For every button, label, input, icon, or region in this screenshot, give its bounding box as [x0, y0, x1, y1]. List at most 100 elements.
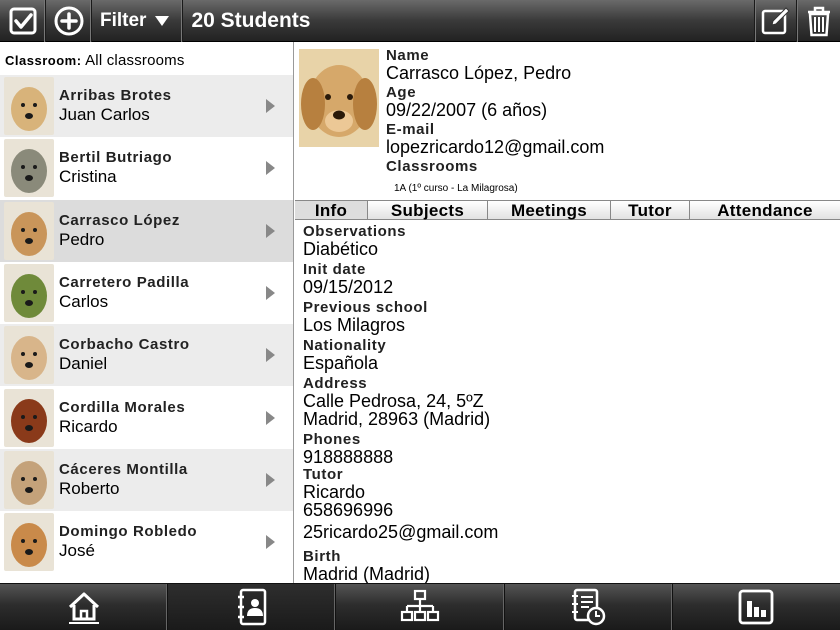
- student-surname: Corbacho Castro: [59, 336, 190, 354]
- student-name: Carrasco López, Pedro: [386, 63, 572, 83]
- filter-button[interactable]: Filter: [92, 0, 184, 42]
- filter-label: Filter: [100, 9, 147, 31]
- email-label: E-mail: [386, 121, 435, 138]
- select-button[interactable]: [0, 0, 46, 42]
- contacts-book-icon: [237, 588, 267, 626]
- birth-label: Birth: [303, 548, 341, 565]
- disclosure-arrow-icon: [266, 286, 275, 301]
- add-circle-icon: [54, 6, 83, 35]
- student-row[interactable]: Cordilla Morales Ricardo: [0, 386, 293, 448]
- age-label: Age: [386, 84, 417, 101]
- student-list: Arribas Brotes Juan Carlos Bertil Butriago…: [0, 75, 293, 573]
- disclosure-arrow-icon: [266, 223, 275, 238]
- student-surname: Carretero Padilla: [59, 274, 190, 292]
- disclosure-arrow-icon: [266, 99, 275, 114]
- home-icon: [68, 592, 99, 624]
- students-tab[interactable]: [168, 584, 337, 630]
- tutor-email[interactable]: 25ricardo25@gmail.com: [303, 523, 833, 541]
- student-names: Cordilla Morales Ricardo: [59, 399, 293, 437]
- tab-meetings[interactable]: Meetings: [488, 201, 611, 220]
- student-given-name: Cristina: [59, 167, 117, 187]
- student-row[interactable]: Carretero Padilla Carlos: [0, 262, 293, 324]
- student-row[interactable]: Bertil Butriago Cristina: [0, 137, 293, 199]
- observations-label: Observations: [303, 223, 407, 240]
- reports-clock-icon: [572, 588, 606, 626]
- student-row[interactable]: Domingo Robledo José: [0, 511, 293, 573]
- edit-button[interactable]: [754, 0, 796, 42]
- tutor-name: Ricardo: [303, 482, 366, 502]
- address-label: Address: [303, 375, 368, 392]
- student-age: 09/22/2007 (6 años): [386, 100, 548, 120]
- statistics-tab[interactable]: [673, 584, 840, 630]
- classroom-filter[interactable]: Classroom: All classrooms: [0, 42, 293, 75]
- observations-field: Observations Diabético: [303, 223, 833, 259]
- nationality-field: Nationality Española: [303, 337, 833, 373]
- checkbox-icon: [9, 7, 36, 34]
- student-surname: Cáceres Montilla: [59, 460, 188, 478]
- student-avatar: [4, 513, 54, 572]
- avatar-face: [11, 87, 47, 132]
- phones-value[interactable]: 918888888: [303, 448, 833, 466]
- student-row[interactable]: Carrasco López Pedro: [0, 199, 293, 262]
- student-given-name: Pedro: [59, 229, 105, 249]
- tutor-phone[interactable]: 658696996: [303, 501, 833, 519]
- student-surname: Bertil Butriago: [59, 149, 173, 167]
- previous-school-field: Previous school Los Milagros: [303, 300, 833, 335]
- student-email[interactable]: lopezricardo12@gmail.com: [386, 138, 604, 157]
- student-avatar: [4, 264, 54, 323]
- student-photo: [299, 49, 379, 147]
- avatar-face: [11, 460, 47, 505]
- student-names: Carrasco López Pedro: [59, 212, 293, 250]
- student-given-name: Daniel: [59, 354, 108, 374]
- classroom-value: All classrooms: [85, 52, 185, 69]
- init-date-label: Init date: [303, 261, 366, 278]
- page-title: 20 Students: [191, 8, 311, 32]
- disclosure-arrow-icon: [266, 348, 275, 363]
- nationality-value: Española: [303, 353, 379, 373]
- disclosure-arrow-icon: [266, 472, 275, 487]
- init-date-field: Init date 09/15/2012: [303, 261, 833, 297]
- tab-tutor[interactable]: Tutor: [611, 201, 690, 220]
- student-names: Carretero Padilla Carlos: [59, 274, 293, 312]
- student-avatar: [4, 139, 54, 198]
- student-row[interactable]: Arribas Brotes Juan Carlos: [0, 75, 293, 138]
- student-given-name: Ricardo: [59, 416, 118, 436]
- student-row[interactable]: Cáceres Montilla Roberto: [0, 448, 293, 512]
- student-names: Corbacho Castro Daniel: [59, 336, 293, 374]
- tab-subjects[interactable]: Subjects: [368, 201, 488, 220]
- disclosure-arrow-icon: [266, 535, 275, 550]
- student-list-panel: Classroom: All classrooms Arribas Brotes…: [0, 42, 294, 583]
- student-avatar: [4, 77, 54, 136]
- delete-button[interactable]: [796, 0, 840, 42]
- birth-value: Madrid (Madrid): [303, 564, 431, 583]
- student-row[interactable]: Corbacho Castro Daniel: [0, 324, 293, 387]
- student-names: Arribas Brotes Juan Carlos: [59, 87, 293, 125]
- edit-icon: [761, 6, 790, 34]
- avatar-face: [11, 274, 47, 319]
- avatar-face: [11, 523, 47, 568]
- org-chart-icon: [400, 589, 440, 622]
- student-names: Domingo Robledo José: [59, 523, 293, 561]
- add-student-button[interactable]: [46, 0, 92, 42]
- name-label: Name: [386, 47, 430, 64]
- avatar-face: [11, 398, 47, 443]
- student-names: Cáceres Montilla Roberto: [59, 461, 293, 499]
- nationality-label: Nationality: [303, 337, 387, 354]
- student-surname: Cordilla Morales: [59, 398, 186, 416]
- home-tab[interactable]: [0, 584, 169, 630]
- student-names: Bertil Butriago Cristina: [59, 149, 293, 187]
- student-avatar: [4, 201, 54, 260]
- reports-tab[interactable]: [505, 584, 673, 630]
- init-date-value: 09/15/2012: [303, 277, 394, 297]
- tab-attendance[interactable]: Attendance: [690, 201, 840, 220]
- student-avatar: [4, 388, 54, 447]
- student-given-name: Carlos: [59, 292, 109, 312]
- tab-info[interactable]: Info: [295, 201, 368, 220]
- student-given-name: Roberto: [59, 478, 120, 498]
- student-header: Name Carrasco López, Pedro Age 09/22/200…: [386, 47, 604, 195]
- organization-tab[interactable]: [336, 584, 505, 630]
- classrooms-label: Classrooms: [386, 158, 478, 175]
- student-surname: Carrasco López: [59, 211, 180, 229]
- classroom-item[interactable]: 1A (1º curso - La Milagrosa): [394, 183, 604, 194]
- filter-triangle-icon: [155, 15, 170, 26]
